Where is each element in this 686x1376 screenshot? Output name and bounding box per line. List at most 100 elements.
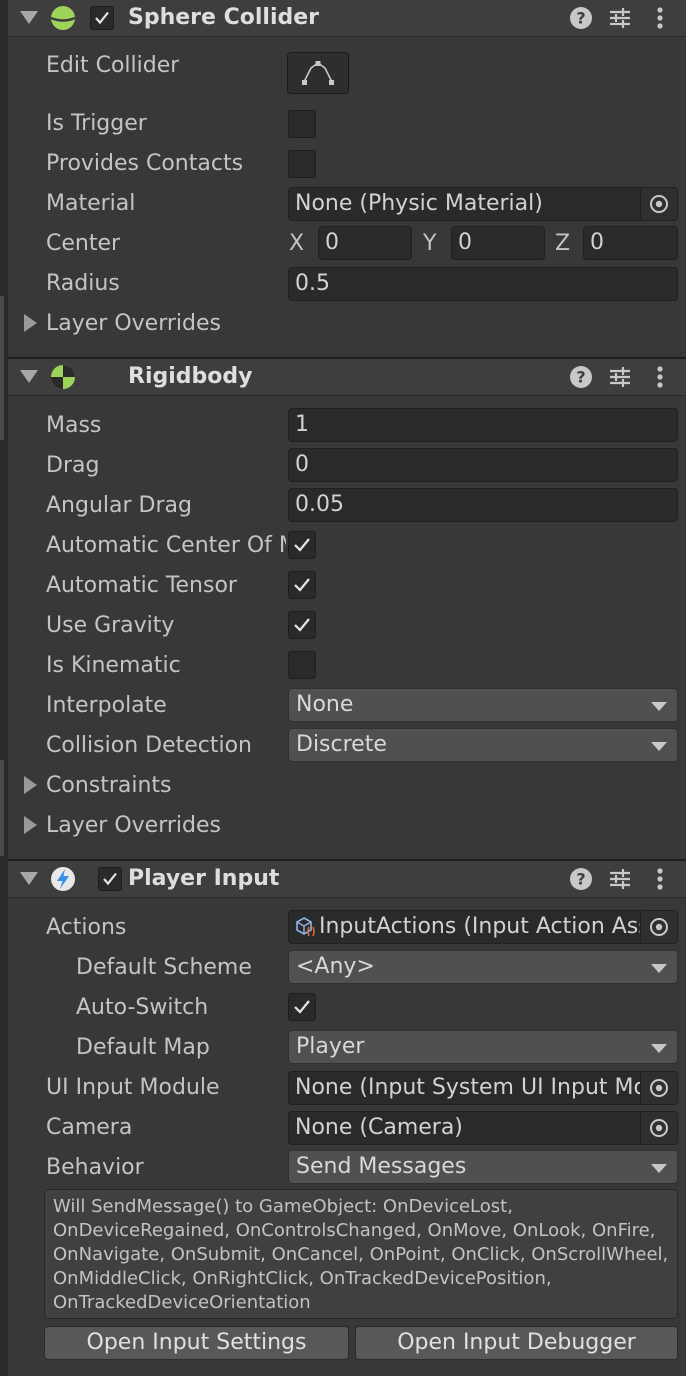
help-icon[interactable]: ? xyxy=(569,6,593,30)
actions-label: Actions xyxy=(46,915,127,940)
default-scheme-label: Default Scheme xyxy=(76,955,252,980)
material-label: Material xyxy=(46,191,136,216)
checkmark-icon xyxy=(294,618,310,632)
foldout-arrow-icon[interactable] xyxy=(24,816,37,834)
material-value: None (Physic Material) xyxy=(295,191,543,216)
player-input-header[interactable]: Player Input ? xyxy=(8,859,686,898)
kebab-menu-icon[interactable] xyxy=(656,867,664,891)
radius-field[interactable]: 0.5 xyxy=(288,267,678,301)
component-enable-checkbox[interactable] xyxy=(98,867,122,891)
left-panel-edge-highlight xyxy=(0,760,4,856)
foldout-arrow-icon[interactable] xyxy=(24,776,37,794)
checkmark-icon xyxy=(95,11,109,25)
mass-field[interactable]: 1 xyxy=(288,408,678,442)
angular-drag-field[interactable]: 0.05 xyxy=(288,488,678,522)
behavior-value: Send Messages xyxy=(296,1154,467,1179)
automatic-tensor-label: Automatic Tensor xyxy=(46,573,237,598)
center-x-axis-label: X xyxy=(289,231,305,256)
player-input-icon xyxy=(51,867,75,891)
foldout-arrow-icon[interactable] xyxy=(20,370,38,383)
constraints-foldout[interactable]: Constraints xyxy=(46,773,172,798)
object-picker-icon xyxy=(650,1079,668,1097)
object-picker-button[interactable] xyxy=(640,188,677,220)
foldout-arrow-icon[interactable] xyxy=(20,872,38,885)
component-title: Sphere Collider xyxy=(128,5,320,30)
provides-contacts-checkbox[interactable] xyxy=(288,150,316,178)
is-kinematic-checkbox[interactable] xyxy=(288,651,316,679)
dropdown-arrow-icon xyxy=(651,964,667,973)
layer-overrides-foldout[interactable]: Layer Overrides xyxy=(46,813,221,838)
input-action-asset-icon xyxy=(296,917,315,937)
edit-collider-icon xyxy=(302,61,334,85)
help-icon[interactable]: ? xyxy=(569,365,593,389)
object-picker-button[interactable] xyxy=(640,911,677,943)
material-object-field[interactable]: None (Physic Material) xyxy=(288,187,678,221)
object-picker-icon xyxy=(650,195,668,213)
sphere-collider-icon xyxy=(50,6,76,30)
rigidbody-header[interactable]: Rigidbody ? xyxy=(8,357,686,396)
ui-input-module-object-field[interactable]: None (Input System UI Input Module) xyxy=(288,1071,678,1105)
left-panel-edge xyxy=(0,0,8,1376)
foldout-arrow-icon[interactable] xyxy=(24,314,37,332)
sphere-collider-header[interactable]: Sphere Collider ? xyxy=(8,0,686,37)
default-scheme-dropdown[interactable]: <Any> xyxy=(288,950,678,984)
center-z-field[interactable]: 0 xyxy=(583,226,678,260)
mass-label: Mass xyxy=(46,413,102,438)
automatic-center-of-mass-checkbox[interactable] xyxy=(288,531,316,559)
actions-object-field[interactable]: InputActions (Input Action Asset) xyxy=(288,910,678,944)
camera-value: None (Camera) xyxy=(295,1115,463,1140)
behavior-help-box: Will SendMessage() to GameObject: OnDevi… xyxy=(44,1189,678,1319)
behavior-dropdown[interactable]: Send Messages xyxy=(288,1150,678,1184)
kebab-menu-icon[interactable] xyxy=(656,365,664,389)
open-input-debugger-button[interactable]: Open Input Debugger xyxy=(355,1326,678,1360)
camera-object-field[interactable]: None (Camera) xyxy=(288,1111,678,1145)
svg-text:?: ? xyxy=(576,368,585,387)
default-map-label: Default Map xyxy=(76,1035,210,1060)
drag-field[interactable]: 0 xyxy=(288,448,678,482)
object-picker-icon xyxy=(650,918,668,936)
edit-collider-label: Edit Collider xyxy=(46,53,180,78)
automatic-center-of-mass-label: Automatic Center Of Mass xyxy=(46,533,286,558)
ui-input-module-label: UI Input Module xyxy=(46,1075,220,1100)
is-trigger-checkbox[interactable] xyxy=(288,110,316,138)
collision-detection-value: Discrete xyxy=(296,732,387,757)
center-label: Center xyxy=(46,231,121,256)
help-icon[interactable]: ? xyxy=(569,867,593,891)
dropdown-arrow-icon xyxy=(651,1164,667,1173)
default-scheme-value: <Any> xyxy=(296,954,375,979)
svg-text:?: ? xyxy=(576,9,585,28)
collision-detection-label: Collision Detection xyxy=(46,733,253,758)
component-enable-checkbox[interactable] xyxy=(90,6,114,30)
layer-overrides-foldout[interactable]: Layer Overrides xyxy=(46,311,221,336)
checkmark-icon xyxy=(294,1000,310,1014)
presets-icon[interactable] xyxy=(608,365,632,389)
is-trigger-label: Is Trigger xyxy=(46,111,147,136)
kebab-menu-icon[interactable] xyxy=(656,6,664,30)
angular-drag-label: Angular Drag xyxy=(46,493,192,518)
open-input-settings-button[interactable]: Open Input Settings xyxy=(44,1326,349,1360)
edit-collider-button[interactable] xyxy=(287,52,349,94)
interpolate-dropdown[interactable]: None xyxy=(288,688,678,722)
center-y-axis-label: Y xyxy=(423,231,437,256)
component-title: Player Input xyxy=(128,866,280,891)
object-picker-icon xyxy=(650,1119,668,1137)
foldout-arrow-icon[interactable] xyxy=(20,11,38,24)
collision-detection-dropdown[interactable]: Discrete xyxy=(288,728,678,762)
object-picker-button[interactable] xyxy=(640,1072,677,1104)
presets-icon[interactable] xyxy=(608,6,632,30)
object-picker-button[interactable] xyxy=(640,1112,677,1144)
center-x-field[interactable]: 0 xyxy=(318,226,412,260)
actions-value: InputActions (Input Action Asset) xyxy=(319,914,678,939)
radius-label: Radius xyxy=(46,271,120,296)
center-y-field[interactable]: 0 xyxy=(451,226,545,260)
interpolate-label: Interpolate xyxy=(46,693,167,718)
automatic-tensor-checkbox[interactable] xyxy=(288,571,316,599)
auto-switch-label: Auto-Switch xyxy=(76,995,209,1020)
checkmark-icon xyxy=(294,578,310,592)
use-gravity-checkbox[interactable] xyxy=(288,611,316,639)
presets-icon[interactable] xyxy=(608,867,632,891)
left-panel-edge-highlight xyxy=(0,296,4,440)
dropdown-arrow-icon xyxy=(651,702,667,711)
default-map-dropdown[interactable]: Player xyxy=(288,1030,678,1064)
auto-switch-checkbox[interactable] xyxy=(288,993,316,1021)
